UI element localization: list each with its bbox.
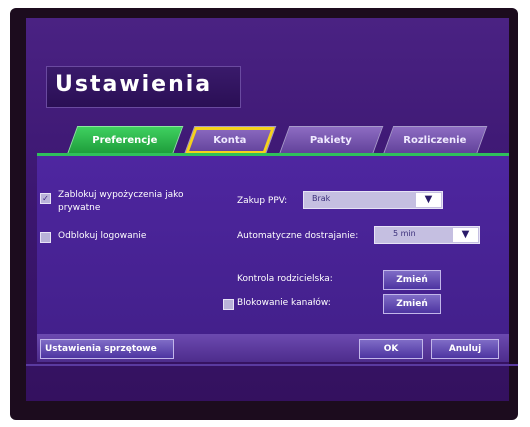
tab-accounts[interactable]: Konta — [183, 126, 277, 155]
channel-block-label: Blokowanie kanałów: — [237, 298, 331, 308]
unlock-login-label: Odblokuj logowanie — [58, 231, 147, 241]
preferences-panel: ✓ Zablokuj wypożyczenia jako prywatne Od… — [37, 153, 509, 336]
parental-change-button[interactable]: Zmień — [383, 270, 441, 290]
lock-rentals-label-line1: Zablokuj wypożyczenia jako — [58, 190, 184, 200]
footer-bar: Ustawienia sprzętowe OK Anuluj — [37, 334, 509, 362]
channel-block-change-button[interactable]: Zmień — [383, 294, 441, 314]
auto-tune-label: Automatyczne dostrajanie: — [237, 231, 359, 241]
tv-frame: Ustawienia Preferencje Konta Pakiety Roz… — [10, 8, 518, 420]
ppv-label: Zakup PPV: — [237, 196, 288, 206]
tab-accounts-label: Konta — [213, 135, 247, 146]
tab-preferences[interactable]: Preferencje — [66, 126, 184, 155]
chevron-down-icon: ▼ — [453, 228, 478, 242]
auto-tune-value: 5 min — [393, 229, 416, 238]
tab-packages[interactable]: Pakiety — [278, 126, 384, 155]
tab-preferences-label: Preferencje — [92, 135, 158, 146]
chevron-down-icon: ▼ — [416, 193, 441, 207]
cancel-button[interactable]: Anuluj — [431, 339, 499, 359]
tab-billing-label: Rozliczenie — [403, 135, 467, 146]
lock-rentals-checkbox[interactable]: ✓ — [40, 193, 51, 204]
page-title: Ustawienia — [55, 72, 213, 97]
channel-block-checkbox[interactable] — [223, 299, 234, 310]
ok-button[interactable]: OK — [359, 339, 423, 359]
tab-billing[interactable]: Rozliczenie — [382, 126, 488, 155]
ppv-value: Brak — [312, 194, 331, 203]
auto-tune-dropdown[interactable]: 5 min ▼ — [374, 226, 480, 244]
parental-control-label: Kontrola rodzicielska: — [237, 274, 333, 284]
ppv-dropdown[interactable]: Brak ▼ — [303, 191, 443, 209]
title-box: Ustawienia — [46, 66, 241, 108]
lock-rentals-label: Zablokuj wypożyczenia jako prywatne — [58, 189, 184, 215]
bottom-divider — [26, 364, 518, 366]
hardware-settings-button[interactable]: Ustawienia sprzętowe — [40, 339, 174, 359]
tab-packages-label: Pakiety — [309, 135, 352, 146]
unlock-login-checkbox[interactable] — [40, 232, 51, 243]
lock-rentals-label-line2: prywatne — [58, 203, 101, 213]
